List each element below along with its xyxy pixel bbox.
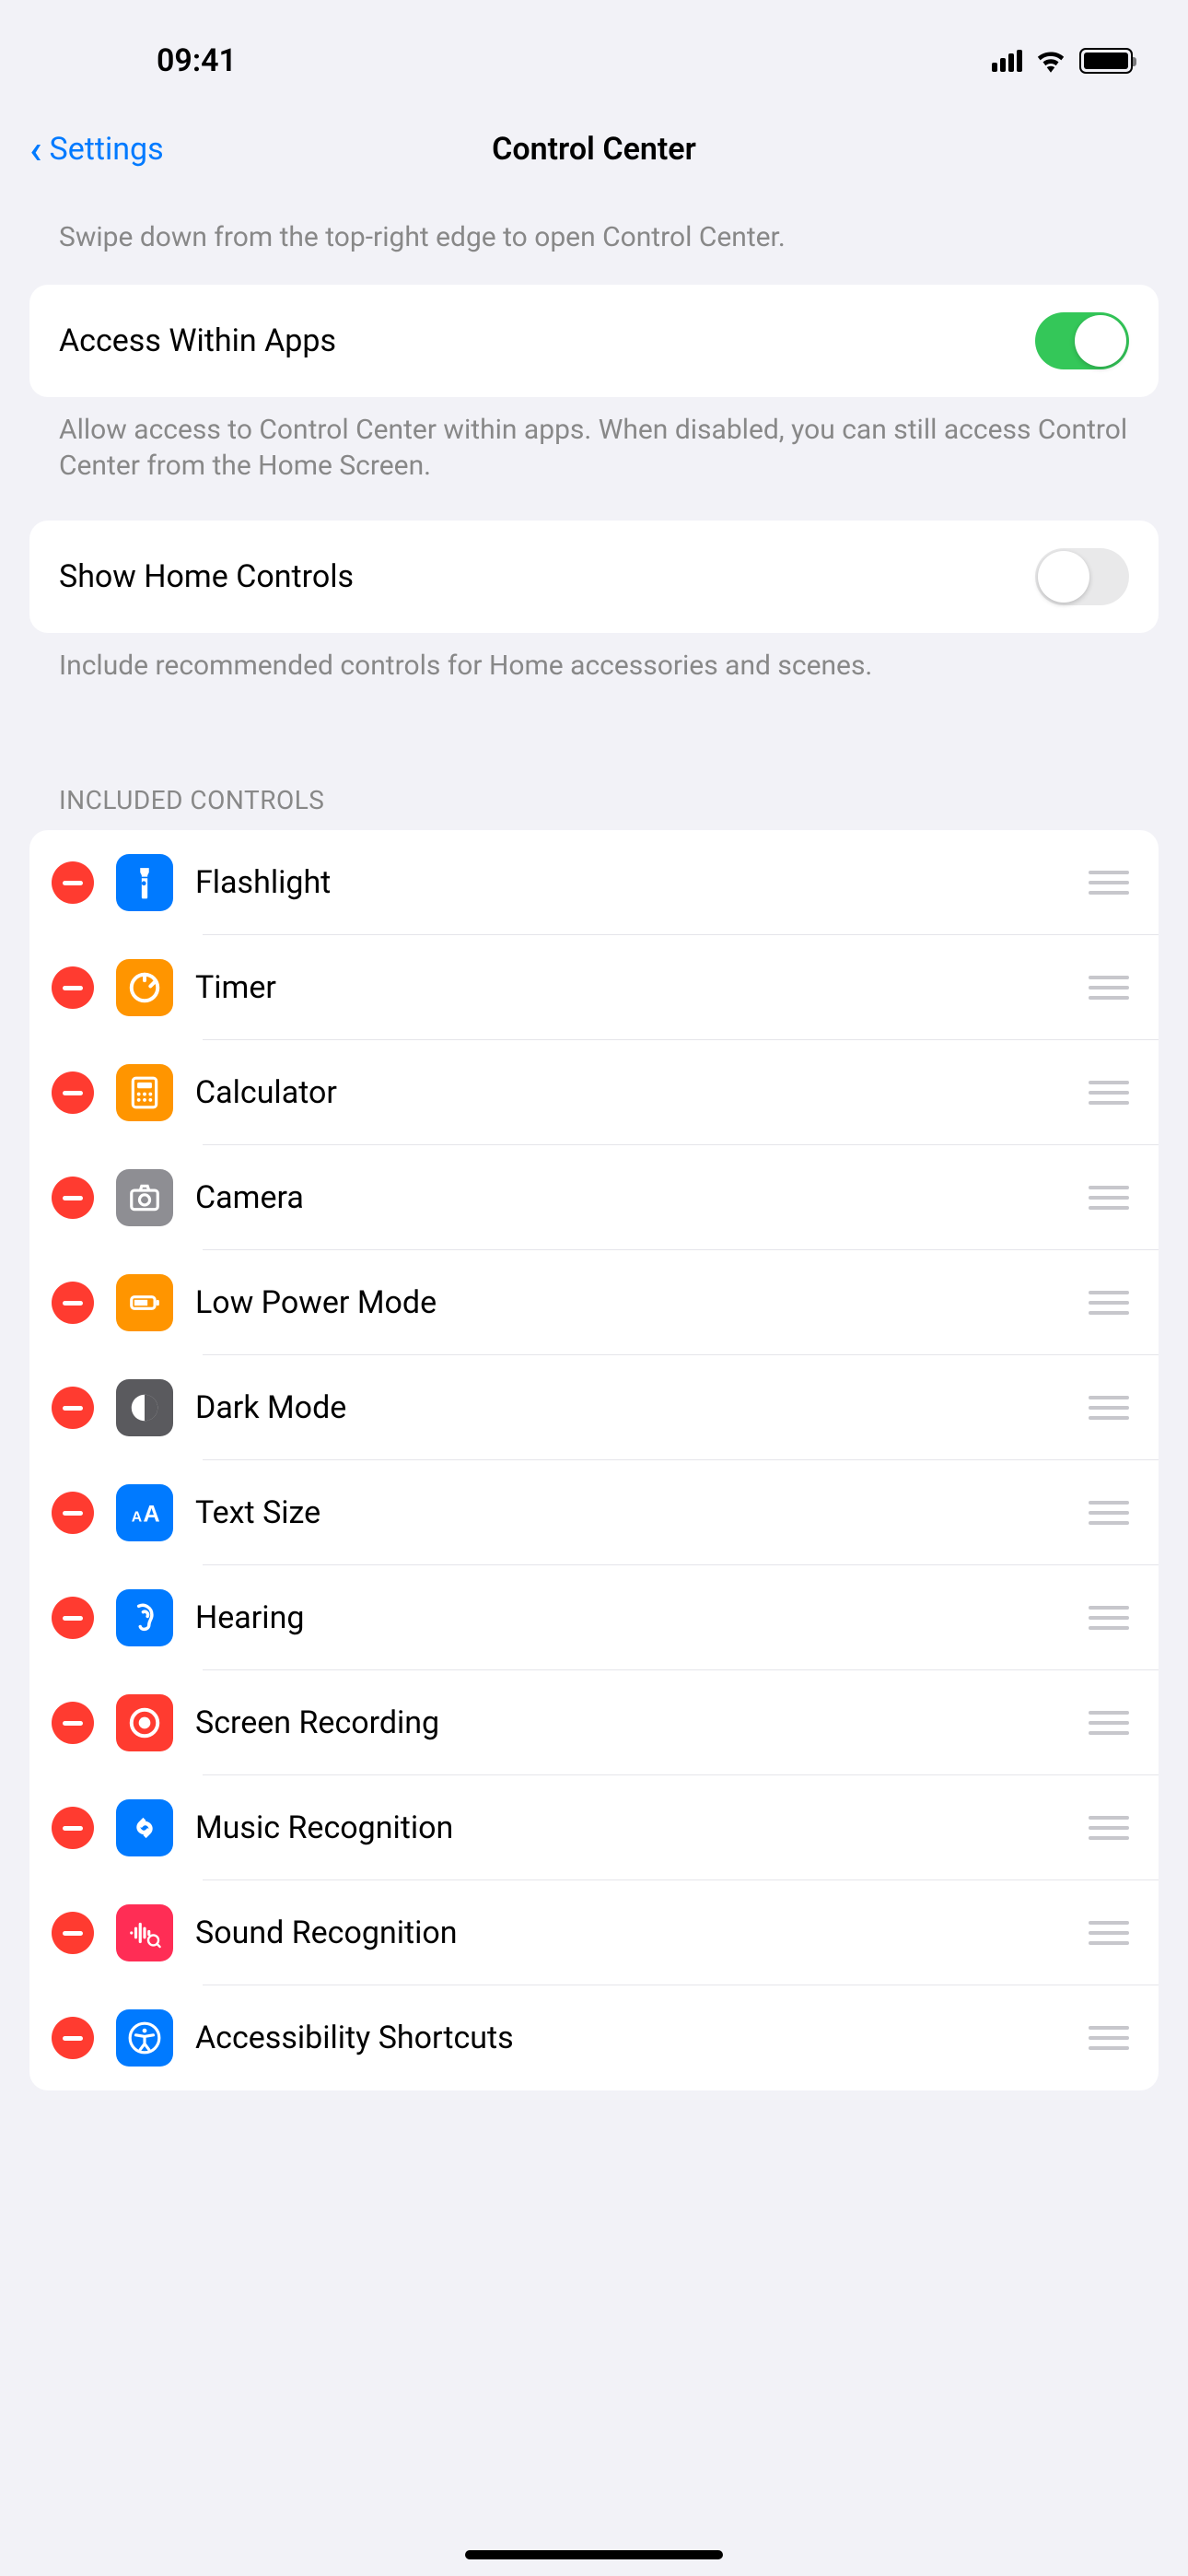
- camera-icon: [116, 1169, 173, 1226]
- list-item: Camera: [29, 1145, 1159, 1250]
- nav-header: ‹ Settings Control Center: [0, 111, 1188, 197]
- remove-button[interactable]: [52, 1597, 94, 1639]
- access-card: Access Within Apps: [29, 285, 1159, 397]
- home-controls-label: Show Home Controls: [59, 558, 354, 595]
- list-item: Calculator: [29, 1040, 1159, 1145]
- drag-handle[interactable]: [1089, 1081, 1129, 1105]
- battery-icon: [116, 1274, 173, 1331]
- list-item: Hearing: [29, 1565, 1159, 1670]
- home-controls-toggle[interactable]: [1035, 548, 1129, 605]
- page-title: Control Center: [492, 131, 696, 168]
- list-item: Dark Mode: [29, 1355, 1159, 1460]
- item-label: Sound Recognition: [195, 1914, 1066, 1951]
- wifi-icon: [1035, 49, 1066, 73]
- access-footer: Allow access to Control Center within ap…: [0, 397, 1188, 521]
- item-label: Calculator: [195, 1074, 1066, 1111]
- item-label: Dark Mode: [195, 1389, 1066, 1426]
- list-item: Sound Recognition: [29, 1880, 1159, 1985]
- item-label: Flashlight: [195, 864, 1066, 901]
- remove-button[interactable]: [52, 2017, 94, 2059]
- sound-icon: [116, 1904, 173, 1961]
- included-list: Flashlight Timer Calculator Camera Low P…: [29, 830, 1159, 2090]
- home-controls-card: Show Home Controls: [29, 521, 1159, 633]
- ear-icon: [116, 1589, 173, 1646]
- drag-handle[interactable]: [1089, 871, 1129, 895]
- remove-button[interactable]: [52, 1282, 94, 1324]
- drag-handle[interactable]: [1089, 1396, 1129, 1420]
- included-header: INCLUDED CONTROLS: [0, 720, 1188, 830]
- list-item: Accessibility Shortcuts: [29, 1985, 1159, 2090]
- item-label: Text Size: [195, 1494, 1066, 1531]
- list-item: Timer: [29, 935, 1159, 1040]
- textsize-icon: AA: [116, 1484, 173, 1541]
- record-icon: [116, 1694, 173, 1751]
- back-label: Settings: [50, 131, 164, 168]
- item-label: Camera: [195, 1179, 1066, 1216]
- svg-text:A: A: [143, 1502, 159, 1528]
- status-icons: [992, 48, 1133, 74]
- home-controls-row: Show Home Controls: [29, 521, 1159, 633]
- remove-button[interactable]: [52, 1177, 94, 1219]
- access-row: Access Within Apps: [29, 285, 1159, 397]
- drag-handle[interactable]: [1089, 1606, 1129, 1630]
- timer-icon: [116, 959, 173, 1016]
- intro-text: Swipe down from the top-right edge to op…: [0, 197, 1188, 285]
- remove-button[interactable]: [52, 1387, 94, 1429]
- drag-handle[interactable]: [1089, 1186, 1129, 1210]
- shazam-icon: [116, 1799, 173, 1856]
- access-label: Access Within Apps: [59, 322, 336, 359]
- item-label: Hearing: [195, 1599, 1066, 1636]
- back-button[interactable]: ‹ Settings: [29, 129, 164, 170]
- chevron-left-icon: ‹: [29, 129, 42, 170]
- flashlight-icon: [116, 854, 173, 911]
- item-label: Accessibility Shortcuts: [195, 2020, 1066, 2056]
- list-item: Music Recognition: [29, 1775, 1159, 1880]
- list-item: Flashlight: [29, 830, 1159, 935]
- access-toggle[interactable]: [1035, 312, 1129, 369]
- remove-button[interactable]: [52, 1807, 94, 1849]
- battery-icon: [1079, 48, 1133, 74]
- drag-handle[interactable]: [1089, 1291, 1129, 1315]
- list-item: Screen Recording: [29, 1670, 1159, 1775]
- remove-button[interactable]: [52, 861, 94, 904]
- remove-button[interactable]: [52, 1492, 94, 1534]
- cellular-signal-icon: [992, 50, 1022, 72]
- list-item: AA Text Size: [29, 1460, 1159, 1565]
- item-label: Screen Recording: [195, 1704, 1066, 1741]
- item-label: Low Power Mode: [195, 1284, 1066, 1321]
- item-label: Music Recognition: [195, 1809, 1066, 1846]
- drag-handle[interactable]: [1089, 1921, 1129, 1945]
- home-controls-footer: Include recommended controls for Home ac…: [0, 633, 1188, 720]
- drag-handle[interactable]: [1089, 2026, 1129, 2050]
- svg-text:A: A: [132, 1510, 143, 1526]
- drag-handle[interactable]: [1089, 976, 1129, 1000]
- remove-button[interactable]: [52, 966, 94, 1009]
- drag-handle[interactable]: [1089, 1816, 1129, 1840]
- remove-button[interactable]: [52, 1071, 94, 1114]
- status-time: 09:41: [157, 42, 237, 79]
- status-bar: 09:41: [0, 0, 1188, 111]
- accessibility-icon: [116, 2009, 173, 2067]
- list-item: Low Power Mode: [29, 1250, 1159, 1355]
- drag-handle[interactable]: [1089, 1501, 1129, 1525]
- darkmode-icon: [116, 1379, 173, 1436]
- remove-button[interactable]: [52, 1912, 94, 1954]
- calculator-icon: [116, 1064, 173, 1121]
- drag-handle[interactable]: [1089, 1711, 1129, 1735]
- item-label: Timer: [195, 969, 1066, 1006]
- home-indicator[interactable]: [465, 2550, 723, 2559]
- remove-button[interactable]: [52, 1702, 94, 1744]
